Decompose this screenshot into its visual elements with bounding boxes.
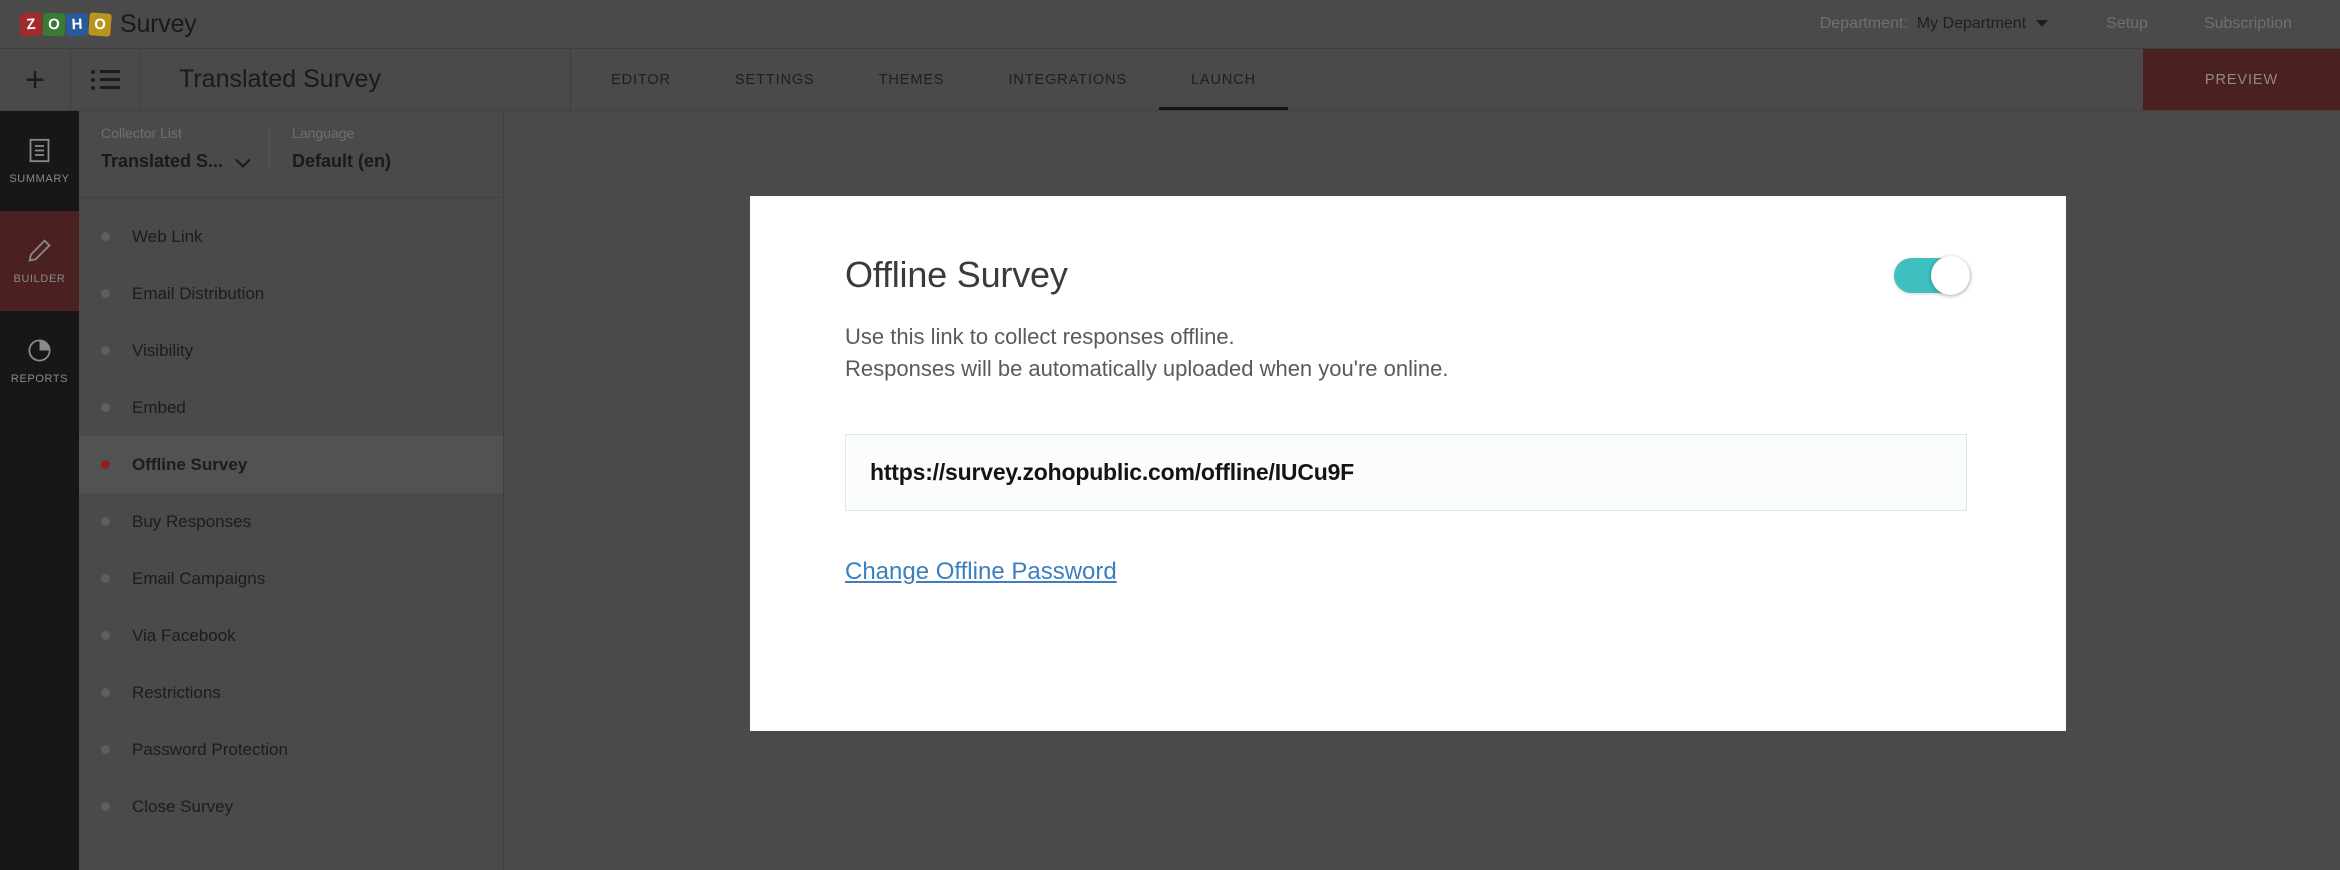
collector-item-list: Web Link Email Distribution Visibility E… xyxy=(79,198,503,835)
bullet-icon xyxy=(101,289,110,298)
rail-label-builder: BUILDER xyxy=(13,273,66,285)
chevron-down-icon xyxy=(2036,20,2049,28)
department-label: Department: xyxy=(1819,15,1908,32)
offline-survey-toggle[interactable] xyxy=(1894,256,1970,295)
left-rail: SUMMARY BUILDER REPORTS xyxy=(0,111,79,870)
bullet-icon xyxy=(101,232,110,241)
bullet-icon xyxy=(101,688,110,697)
tab-editor[interactable]: EDITOR xyxy=(579,49,703,110)
brand[interactable]: Z O H O Survey xyxy=(0,10,197,39)
collector-item-label: Close Survey xyxy=(132,796,234,816)
collector-item-label: Email Distribution xyxy=(132,283,265,303)
modal-title: Offline Survey xyxy=(845,254,1068,295)
main-tabs: EDITOR SETTINGS THEMES INTEGRATIONS LAUN… xyxy=(579,49,1289,110)
rail-label-reports: REPORTS xyxy=(10,373,69,385)
collector-item-close-survey[interactable]: Close Survey xyxy=(79,778,503,835)
zoho-logo-icon: Z O H O xyxy=(19,11,112,37)
top-bar: Z O H O Survey Department: My Department… xyxy=(0,0,2340,49)
collector-item-label: Email Campaigns xyxy=(132,568,266,588)
pie-chart-icon xyxy=(26,337,53,364)
rail-label-summary: SUMMARY xyxy=(9,173,70,185)
collector-item-web-link[interactable]: Web Link xyxy=(79,208,503,265)
offline-url-value: https://survey.zohopublic.com/offline/IU… xyxy=(870,458,1355,485)
modal-description: Use this link to collect responses offli… xyxy=(845,321,1994,385)
collector-item-via-facebook[interactable]: Via Facebook xyxy=(79,607,503,664)
sub-bar: + Translated Survey EDITOR SETTINGS THEM… xyxy=(0,49,2340,111)
toggle-knob xyxy=(1931,256,1970,295)
collector-item-label: Web Link xyxy=(132,226,203,246)
logo-block-o1: O xyxy=(42,11,66,37)
bullet-icon xyxy=(101,517,110,526)
pencil-icon xyxy=(26,237,53,264)
collector-item-label: Via Facebook xyxy=(132,625,236,645)
offline-survey-modal: Offline Survey Use this link to collect … xyxy=(750,196,2066,731)
collector-item-label: Embed xyxy=(132,397,186,417)
collector-item-visibility[interactable]: Visibility xyxy=(79,322,503,379)
preview-button[interactable]: PREVIEW xyxy=(2143,49,2340,110)
rail-item-builder[interactable]: BUILDER xyxy=(0,211,79,311)
collector-list-label: Collector List xyxy=(101,125,182,141)
collector-item-label: Restrictions xyxy=(132,682,221,702)
language-value: Default (en) xyxy=(292,151,392,171)
bullet-icon xyxy=(101,745,110,754)
list-icon xyxy=(91,69,120,90)
offline-url-field[interactable]: https://survey.zohopublic.com/offline/IU… xyxy=(845,433,1967,511)
logo-block-z: Z xyxy=(19,11,43,37)
bullet-icon xyxy=(101,346,110,355)
bullet-icon xyxy=(101,574,110,583)
collector-item-embed[interactable]: Embed xyxy=(79,379,503,436)
document-icon xyxy=(26,137,53,164)
modal-description-line1: Use this link to collect responses offli… xyxy=(845,324,1235,349)
top-bar-right: Department: My Department Setup Subscrip… xyxy=(1820,0,2340,48)
tab-launch[interactable]: LAUNCH xyxy=(1158,49,1289,110)
collector-item-offline-survey[interactable]: Offline Survey xyxy=(79,436,503,493)
collector-item-password-protection[interactable]: Password Protection xyxy=(79,721,503,778)
collector-header: Collector List Translated S... Language … xyxy=(79,111,503,198)
tab-settings[interactable]: SETTINGS xyxy=(703,49,847,110)
collector-item-email-distribution[interactable]: Email Distribution xyxy=(79,265,503,322)
setup-link[interactable]: Setup xyxy=(2078,15,2176,33)
tab-themes[interactable]: THEMES xyxy=(847,49,977,110)
page-title: Translated Survey xyxy=(141,49,571,110)
collector-item-label: Password Protection xyxy=(132,739,288,759)
app-root: Z O H O Survey Department: My Department… xyxy=(0,0,2340,870)
collector-item-label: Visibility xyxy=(132,340,194,360)
collector-item-restrictions[interactable]: Restrictions xyxy=(79,664,503,721)
collector-item-label: Offline Survey xyxy=(132,454,248,474)
bullet-icon xyxy=(101,802,110,811)
bullet-icon xyxy=(101,403,110,412)
logo-block-h: H xyxy=(65,11,89,37)
collector-item-email-campaigns[interactable]: Email Campaigns xyxy=(79,550,503,607)
collector-list-selector[interactable]: Collector List Translated S... xyxy=(79,125,269,172)
language-label: Language xyxy=(292,125,355,141)
bullet-icon xyxy=(101,631,110,640)
change-offline-password-link[interactable]: Change Offline Password xyxy=(845,558,1117,586)
subscription-link[interactable]: Subscription xyxy=(2176,15,2320,33)
modal-description-line2: Responses will be automatically uploaded… xyxy=(845,355,1449,381)
logo-block-o2: O xyxy=(88,11,112,37)
department-selector[interactable]: My Department xyxy=(1916,15,2049,33)
collector-item-label: Buy Responses xyxy=(132,511,252,531)
rail-item-summary[interactable]: SUMMARY xyxy=(0,111,79,211)
collector-sidebar: Collector List Translated S... Language … xyxy=(79,111,504,870)
add-button[interactable]: + xyxy=(0,49,71,110)
department-value: My Department xyxy=(1916,15,2027,32)
brand-name: Survey xyxy=(120,9,197,38)
collector-list-value: Translated S... xyxy=(101,151,224,171)
survey-list-button[interactable] xyxy=(71,49,141,110)
rail-item-reports[interactable]: REPORTS xyxy=(0,311,79,411)
bullet-icon xyxy=(101,460,110,469)
collector-item-buy-responses[interactable]: Buy Responses xyxy=(79,493,503,550)
language-selector[interactable]: Language Default (en) xyxy=(269,125,413,172)
chevron-down-icon xyxy=(235,152,251,168)
tab-integrations[interactable]: INTEGRATIONS xyxy=(976,49,1158,110)
